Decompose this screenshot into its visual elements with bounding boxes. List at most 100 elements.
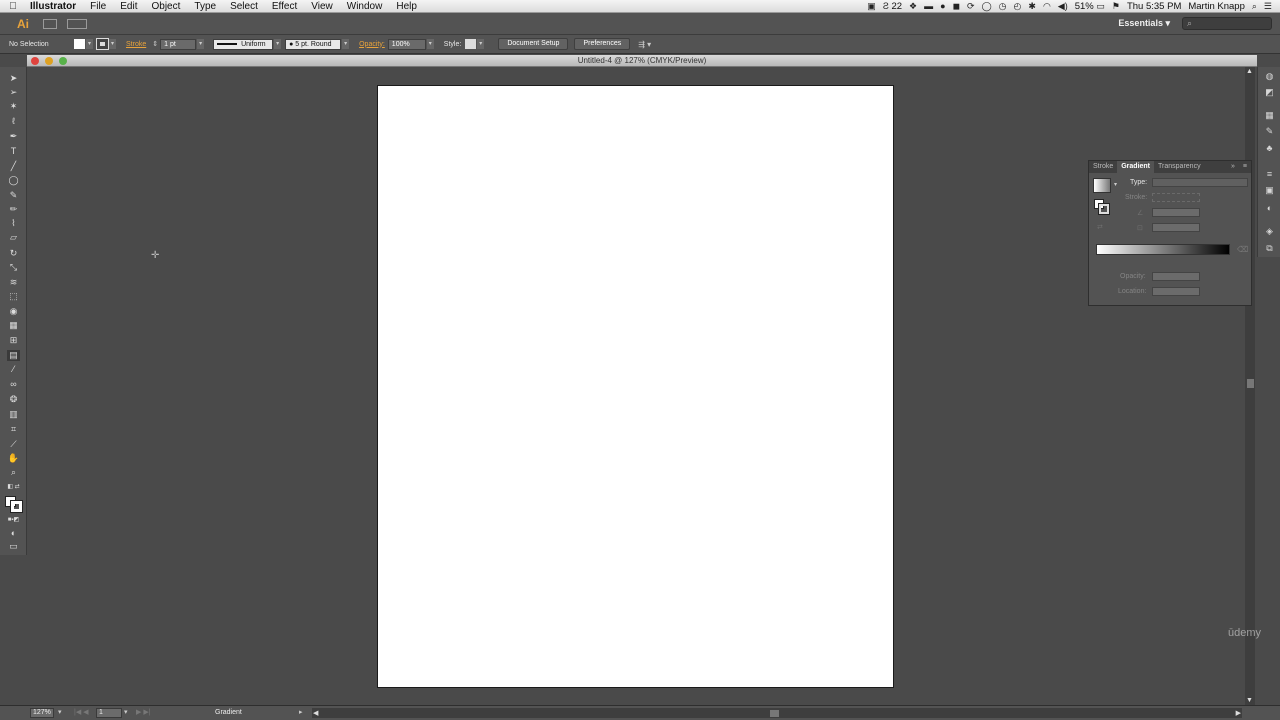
tab-stroke[interactable]: Stroke [1089,161,1117,173]
color-icon[interactable]: ◩ [1263,87,1276,98]
color-mode-icons[interactable]: ■▪◩ [7,515,20,526]
rotate-tool-icon[interactable]: ↻ [7,248,20,259]
style-swatch[interactable] [465,39,477,49]
shape-builder-tool-icon[interactable]: ◉ [7,306,20,317]
symbol-sprayer-tool-icon[interactable]: ❂ [7,394,20,405]
scroll-right-icon[interactable]: ▶ [1236,709,1241,717]
tab-transparency[interactable]: Transparency [1154,161,1205,173]
stroke-swatch[interactable] [96,38,109,50]
gradient-panel-icon[interactable]: ▣ [1263,185,1276,196]
blob-brush-tool-icon[interactable]: ⌇ [7,218,20,229]
scroll-left-icon[interactable]: ◀ [313,709,318,717]
gradient-tool-icon[interactable]: ▤ [7,350,20,361]
menu-user[interactable]: Martin Knapp [1188,1,1245,12]
horizontal-scroll-thumb[interactable] [770,710,779,717]
record-icon[interactable]: ● [940,1,945,11]
screen-mode-icon[interactable]: ▭ [7,541,20,552]
location-field[interactable] [1152,287,1200,296]
color-guide-icon[interactable]: ◍ [1263,71,1276,82]
apple-icon[interactable]:  [0,1,26,12]
fill-swatch[interactable] [74,39,85,49]
stroke-proxy[interactable] [1098,203,1110,215]
default-colors-icon[interactable]: ◧ ⇄ [7,482,20,493]
arrange-documents-icon[interactable] [67,18,87,29]
stroke-panel-icon[interactable]: ≡ [1263,169,1276,180]
zoom-field[interactable]: 127% [30,708,54,718]
first-artboard-icon[interactable]: |◀ ◀ [74,708,89,716]
next-artboard-icon[interactable]: ▶ ▶| [136,708,151,716]
slice-tool-icon[interactable]: ⟋ [7,439,20,450]
blend-tool-icon[interactable]: ∞ [7,379,20,390]
stroke-profile-dropdown[interactable]: ▾ [274,39,282,49]
tab-gradient[interactable]: Gradient [1117,161,1155,173]
artboards-icon[interactable]: ⧉ [1263,243,1276,254]
artboard-tool-icon[interactable]: ⌗ [7,424,20,435]
hand-tool-icon[interactable]: ✋ [7,453,20,464]
ellipse-tool-icon[interactable]: ◯ [7,175,20,186]
symbols-icon[interactable]: ♣ [1263,143,1276,154]
swatches-icon[interactable]: ▦ [1263,110,1276,121]
pen-tool-icon[interactable]: ✒ [7,131,20,142]
line-tool-icon[interactable]: ╱ [7,161,20,172]
horizontal-scrollbar[interactable]: ◀ ▶ [312,708,1242,718]
opacity-link[interactable]: Opacity: [359,41,385,48]
stroke-stepper-icon[interactable]: ⇕ [152,40,158,48]
brush-dropdown[interactable]: ▾ [342,39,350,49]
status-menu-icon[interactable]: ▸ [299,708,303,716]
artboard-number-field[interactable]: 1 [96,708,122,718]
clock-icon[interactable]: ◴ [1014,1,1022,12]
transparency-panel-icon[interactable]: ◐ [1263,203,1276,214]
scale-tool-icon[interactable]: ⤡ [7,262,20,273]
paintbrush-tool-icon[interactable]: ✎ [7,190,20,201]
wifi-icon[interactable]: ◠ [1043,1,1051,12]
flag-icon[interactable]: ⚑ [1112,1,1120,12]
reverse-gradient-icon[interactable]: ⇄ [1097,223,1103,231]
collapse-panel-icon[interactable]: » [1227,161,1239,173]
opacity-field-panel[interactable] [1152,272,1200,281]
angle-field[interactable] [1152,208,1200,217]
fill-dropdown[interactable]: ▾ [86,39,93,49]
layers-icon[interactable]: ◈ [1263,226,1276,237]
eyedropper-tool-icon[interactable]: ⁄ [7,364,20,375]
menu-window[interactable]: Window [340,0,390,13]
drawing-mode-icon[interactable]: ◐ [7,528,20,539]
menu-help[interactable]: Help [389,0,424,13]
menu-edit[interactable]: Edit [113,0,144,13]
mesh-tool-icon[interactable]: ⊞ [7,335,20,346]
stroke-link[interactable]: Stroke [126,41,146,48]
gradient-slider[interactable] [1096,244,1230,255]
gradient-thumbnail-dropdown-icon[interactable]: ▾ [1114,181,1117,188]
menu-effect[interactable]: Effect [265,0,304,13]
perspective-grid-tool-icon[interactable]: ▦ [7,320,20,331]
magic-wand-tool-icon[interactable]: ✶ [7,101,20,112]
scroll-up-icon[interactable]: ▲ [1246,68,1253,75]
camera-icon[interactable]: ◼ [953,1,960,12]
bluetooth-icon[interactable]: ✱ [1028,1,1036,12]
free-transform-tool-icon[interactable]: ⬚ [7,291,20,302]
volume-icon[interactable]: ◀) [1058,1,1068,12]
stroke-dropdown[interactable]: ▾ [109,39,116,49]
type-tool-icon[interactable]: T [7,146,20,157]
notification-center-icon[interactable]: ☰ [1264,1,1272,12]
column-graph-tool-icon[interactable]: ▥ [7,409,20,420]
aspect-ratio-field[interactable] [1152,223,1200,232]
gamepad-icon[interactable]: ▬ [924,1,933,11]
minimize-window-button[interactable] [45,57,53,65]
battery-status[interactable]: 51% ▭ [1075,1,1105,12]
panel-menu-icon[interactable]: ≡ [1239,161,1251,173]
brush-select[interactable]: ● 5 pt. Round [285,38,342,50]
workspace-switcher[interactable]: Essentials ▾ [1118,18,1170,29]
menu-type[interactable]: Type [187,0,223,13]
menu-view[interactable]: View [304,0,340,13]
stroke-color-swatch[interactable] [10,500,23,513]
menu-app-name[interactable]: Illustrator [26,0,83,13]
stroke-weight-field[interactable]: 1 pt [160,38,197,50]
scroll-down-icon[interactable]: ▼ [1246,697,1253,704]
direct-selection-tool-icon[interactable]: ➢ [7,87,20,98]
gradient-type-select[interactable] [1152,178,1248,187]
menu-clock[interactable]: Thu 5:35 PM [1127,1,1181,12]
pencil-tool-icon[interactable]: ✏ [7,204,20,215]
stroke-weight-dropdown[interactable]: ▾ [197,39,205,49]
style-dropdown[interactable]: ▾ [477,39,485,49]
dropbox-icon[interactable]: ❖ [909,1,917,12]
